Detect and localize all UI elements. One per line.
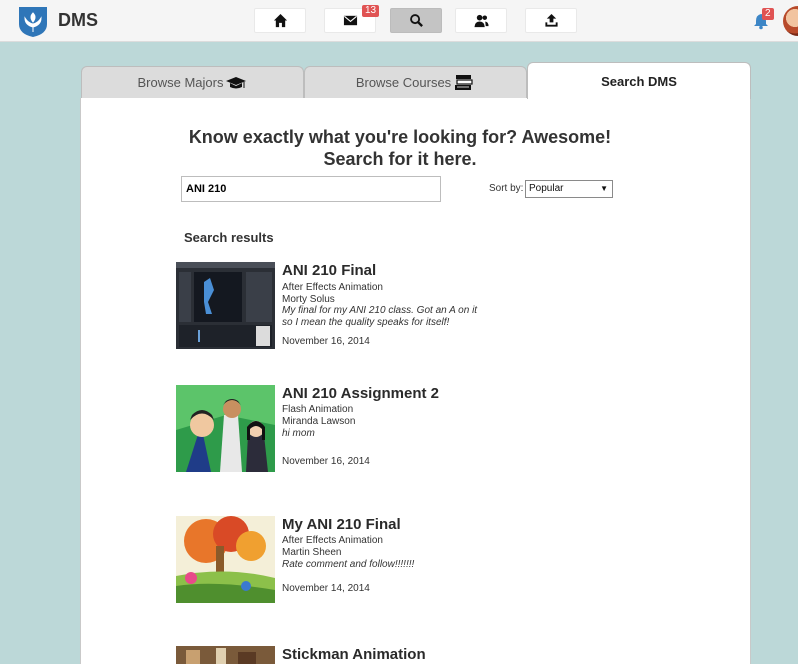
- search-heading-line2: Search for it here.: [323, 149, 477, 169]
- sort-value: Popular: [529, 183, 564, 194]
- result-date: November 16, 2014: [282, 456, 370, 467]
- tab-label: Browse Majors: [137, 75, 224, 90]
- tab-search-dms[interactable]: Search DMS: [527, 62, 751, 99]
- search-button[interactable]: [390, 8, 442, 33]
- sort-label: Sort by:: [489, 183, 524, 194]
- search-heading-line1: Know exactly what you're looking for? Aw…: [188, 127, 612, 147]
- upload-button[interactable]: [525, 8, 577, 33]
- result-title[interactable]: ANI 210 Assignment 2: [282, 385, 439, 402]
- result-date: November 14, 2014: [282, 583, 370, 594]
- result-description: hi mom: [282, 428, 315, 439]
- dropdown-arrow-icon: ▼: [600, 184, 608, 193]
- result-title[interactable]: ANI 210 Final: [282, 262, 376, 279]
- results-heading: Search results: [184, 230, 274, 245]
- result-thumbnail[interactable]: [176, 385, 275, 472]
- search-icon: [409, 14, 423, 27]
- home-button[interactable]: [254, 8, 306, 33]
- messages-badge: 13: [362, 5, 380, 17]
- result-thumbnail[interactable]: [176, 516, 275, 603]
- notifications-badge: 2: [762, 8, 774, 20]
- result-thumbnail[interactable]: [176, 646, 275, 664]
- tab-browse-majors[interactable]: Browse Majors: [81, 66, 304, 99]
- logo-icon[interactable]: [16, 4, 50, 38]
- result-author[interactable]: Morty Solus: [282, 294, 335, 305]
- home-icon: [273, 13, 287, 28]
- tab-label: Search DMS: [601, 73, 677, 89]
- result-thumbnail[interactable]: [176, 262, 275, 349]
- tab-label: Browse Courses: [355, 75, 452, 90]
- top-navbar: DMS 13 2: [0, 0, 798, 42]
- upload-icon: [544, 13, 558, 27]
- result-course: After Effects Animation: [282, 282, 383, 293]
- graduation-cap-icon: [226, 76, 247, 88]
- users-button[interactable]: [455, 8, 507, 33]
- result-date: November 16, 2014: [282, 336, 370, 347]
- result-course: Flash Animation: [282, 404, 354, 415]
- mail-icon: [343, 15, 357, 26]
- result-title[interactable]: My ANI 210 Final: [282, 516, 401, 533]
- brand-name[interactable]: DMS: [58, 10, 98, 31]
- result-title[interactable]: Stickman Animation: [282, 646, 426, 663]
- search-input[interactable]: [181, 176, 441, 202]
- result-description: My final for my ANI 210 class. Got an A …: [282, 305, 478, 328]
- result-author[interactable]: Miranda Lawson: [282, 416, 355, 427]
- result-course: After Effects Animation: [282, 535, 383, 546]
- result-description: Rate comment and follow!!!!!!!: [282, 559, 415, 570]
- books-icon: [455, 74, 473, 90]
- users-icon: [473, 14, 489, 28]
- sort-select[interactable]: Popular ▼: [525, 180, 613, 198]
- avatar[interactable]: [783, 6, 798, 36]
- result-author[interactable]: Martin Sheen: [282, 547, 341, 558]
- tab-browse-courses[interactable]: Browse Courses: [304, 66, 527, 99]
